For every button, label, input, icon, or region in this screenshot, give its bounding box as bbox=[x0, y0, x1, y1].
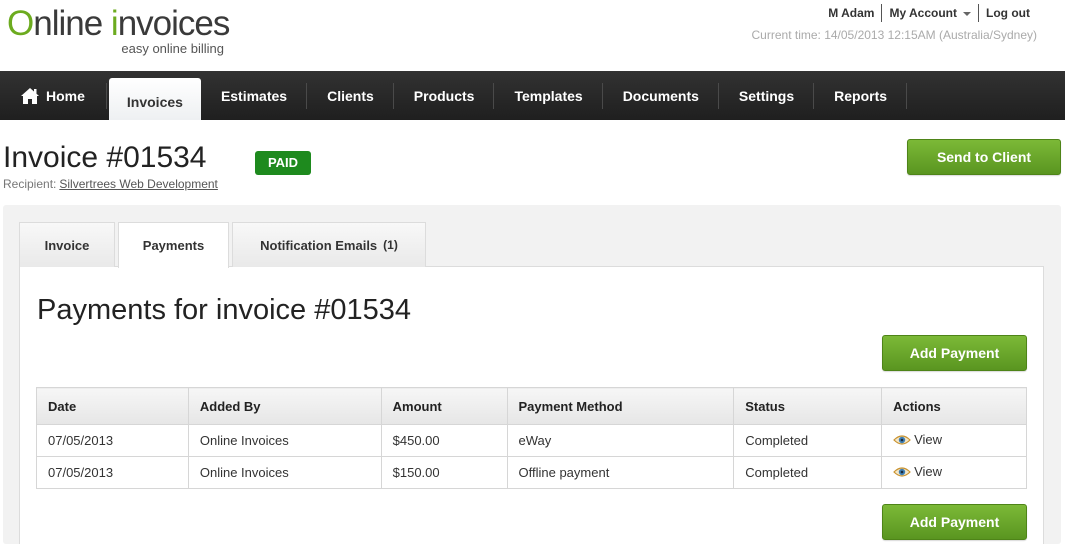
column-header-amount[interactable]: Amount bbox=[380, 387, 508, 425]
page-title: Invoice #01534 bbox=[3, 141, 207, 174]
cell-method: eWay bbox=[506, 424, 735, 457]
add-payment-button-bottom[interactable]: Add Payment bbox=[882, 504, 1027, 540]
table-row: 07/05/2013 Online Invoices $450.00 eWay … bbox=[36, 424, 1027, 457]
logo-tagline: easy online billing bbox=[121, 41, 224, 56]
recipient-link[interactable]: Silvertrees Web Development bbox=[59, 177, 218, 191]
column-header-date[interactable]: Date bbox=[36, 387, 189, 425]
payments-heading: Payments for invoice #01534 bbox=[37, 294, 411, 326]
tab-bar: Invoice Payments Notification Emails (1) bbox=[19, 222, 429, 268]
cell-amount: $450.00 bbox=[380, 424, 508, 457]
view-link[interactable]: View bbox=[893, 432, 942, 447]
cell-added-by: Online Invoices bbox=[187, 424, 382, 457]
eye-icon bbox=[893, 435, 911, 445]
tab-payments[interactable]: Payments bbox=[118, 222, 229, 268]
tab-invoice[interactable]: Invoice bbox=[19, 222, 115, 267]
cell-status: Completed bbox=[733, 424, 883, 457]
caret-down-icon bbox=[963, 11, 972, 16]
recipient: Recipient: Silvertrees Web Development bbox=[3, 177, 218, 191]
cell-method: Offline payment bbox=[506, 456, 735, 489]
view-link[interactable]: View bbox=[893, 464, 942, 479]
cell-date: 07/05/2013 bbox=[36, 456, 189, 489]
my-account-dropdown[interactable]: My Account bbox=[882, 4, 978, 22]
tab-notification-emails[interactable]: Notification Emails (1) bbox=[232, 222, 426, 267]
home-icon bbox=[21, 87, 39, 104]
nav-item-reports[interactable]: Reports bbox=[814, 71, 907, 120]
cell-amount: $150.00 bbox=[380, 456, 508, 489]
cell-status: Completed bbox=[733, 456, 883, 489]
cell-actions: View bbox=[881, 424, 1027, 457]
nav-item-invoices[interactable]: Invoices bbox=[108, 78, 201, 120]
add-payment-button[interactable]: Add Payment bbox=[882, 335, 1027, 371]
nav-item-templates[interactable]: Templates bbox=[494, 71, 603, 120]
cell-actions: View bbox=[881, 456, 1027, 489]
current-time: Current time: 14/05/2013 12:15AM (Austra… bbox=[751, 28, 1037, 42]
nav-item-clients[interactable]: Clients bbox=[307, 71, 394, 120]
table-row: 07/05/2013 Online Invoices $150.00 Offli… bbox=[36, 456, 1027, 489]
nav-item-documents[interactable]: Documents bbox=[603, 71, 720, 120]
logo[interactable]: Online invoices easy online billing bbox=[7, 4, 232, 56]
column-header-status[interactable]: Status bbox=[733, 387, 883, 425]
column-header-added-by[interactable]: Added By bbox=[187, 387, 382, 425]
payments-table: Date Added By Amount Payment Method Stat… bbox=[36, 387, 1027, 489]
column-header-payment-method[interactable]: Payment Method bbox=[506, 387, 735, 425]
main-nav: Home Invoices Estimates Clients Products… bbox=[0, 71, 1065, 120]
nav-item-products[interactable]: Products bbox=[394, 71, 495, 120]
user-bar: M Adam My Account Log out bbox=[821, 4, 1037, 22]
nav-item-settings[interactable]: Settings bbox=[719, 71, 815, 120]
cell-added-by: Online Invoices bbox=[187, 456, 382, 489]
status-badge: PAID bbox=[255, 151, 311, 175]
nav-item-estimates[interactable]: Estimates bbox=[201, 71, 308, 120]
logout-link[interactable]: Log out bbox=[979, 4, 1037, 22]
send-to-client-button[interactable]: Send to Client bbox=[907, 139, 1061, 175]
nav-item-home[interactable]: Home bbox=[0, 71, 107, 120]
eye-icon bbox=[893, 467, 911, 477]
cell-date: 07/05/2013 bbox=[36, 424, 189, 457]
column-header-actions: Actions bbox=[881, 387, 1027, 425]
logo-wordmark: Online invoices bbox=[7, 4, 230, 43]
user-name-link[interactable]: M Adam bbox=[821, 4, 881, 22]
table-header-row: Date Added By Amount Payment Method Stat… bbox=[36, 387, 1027, 425]
notification-count: (1) bbox=[383, 238, 398, 252]
